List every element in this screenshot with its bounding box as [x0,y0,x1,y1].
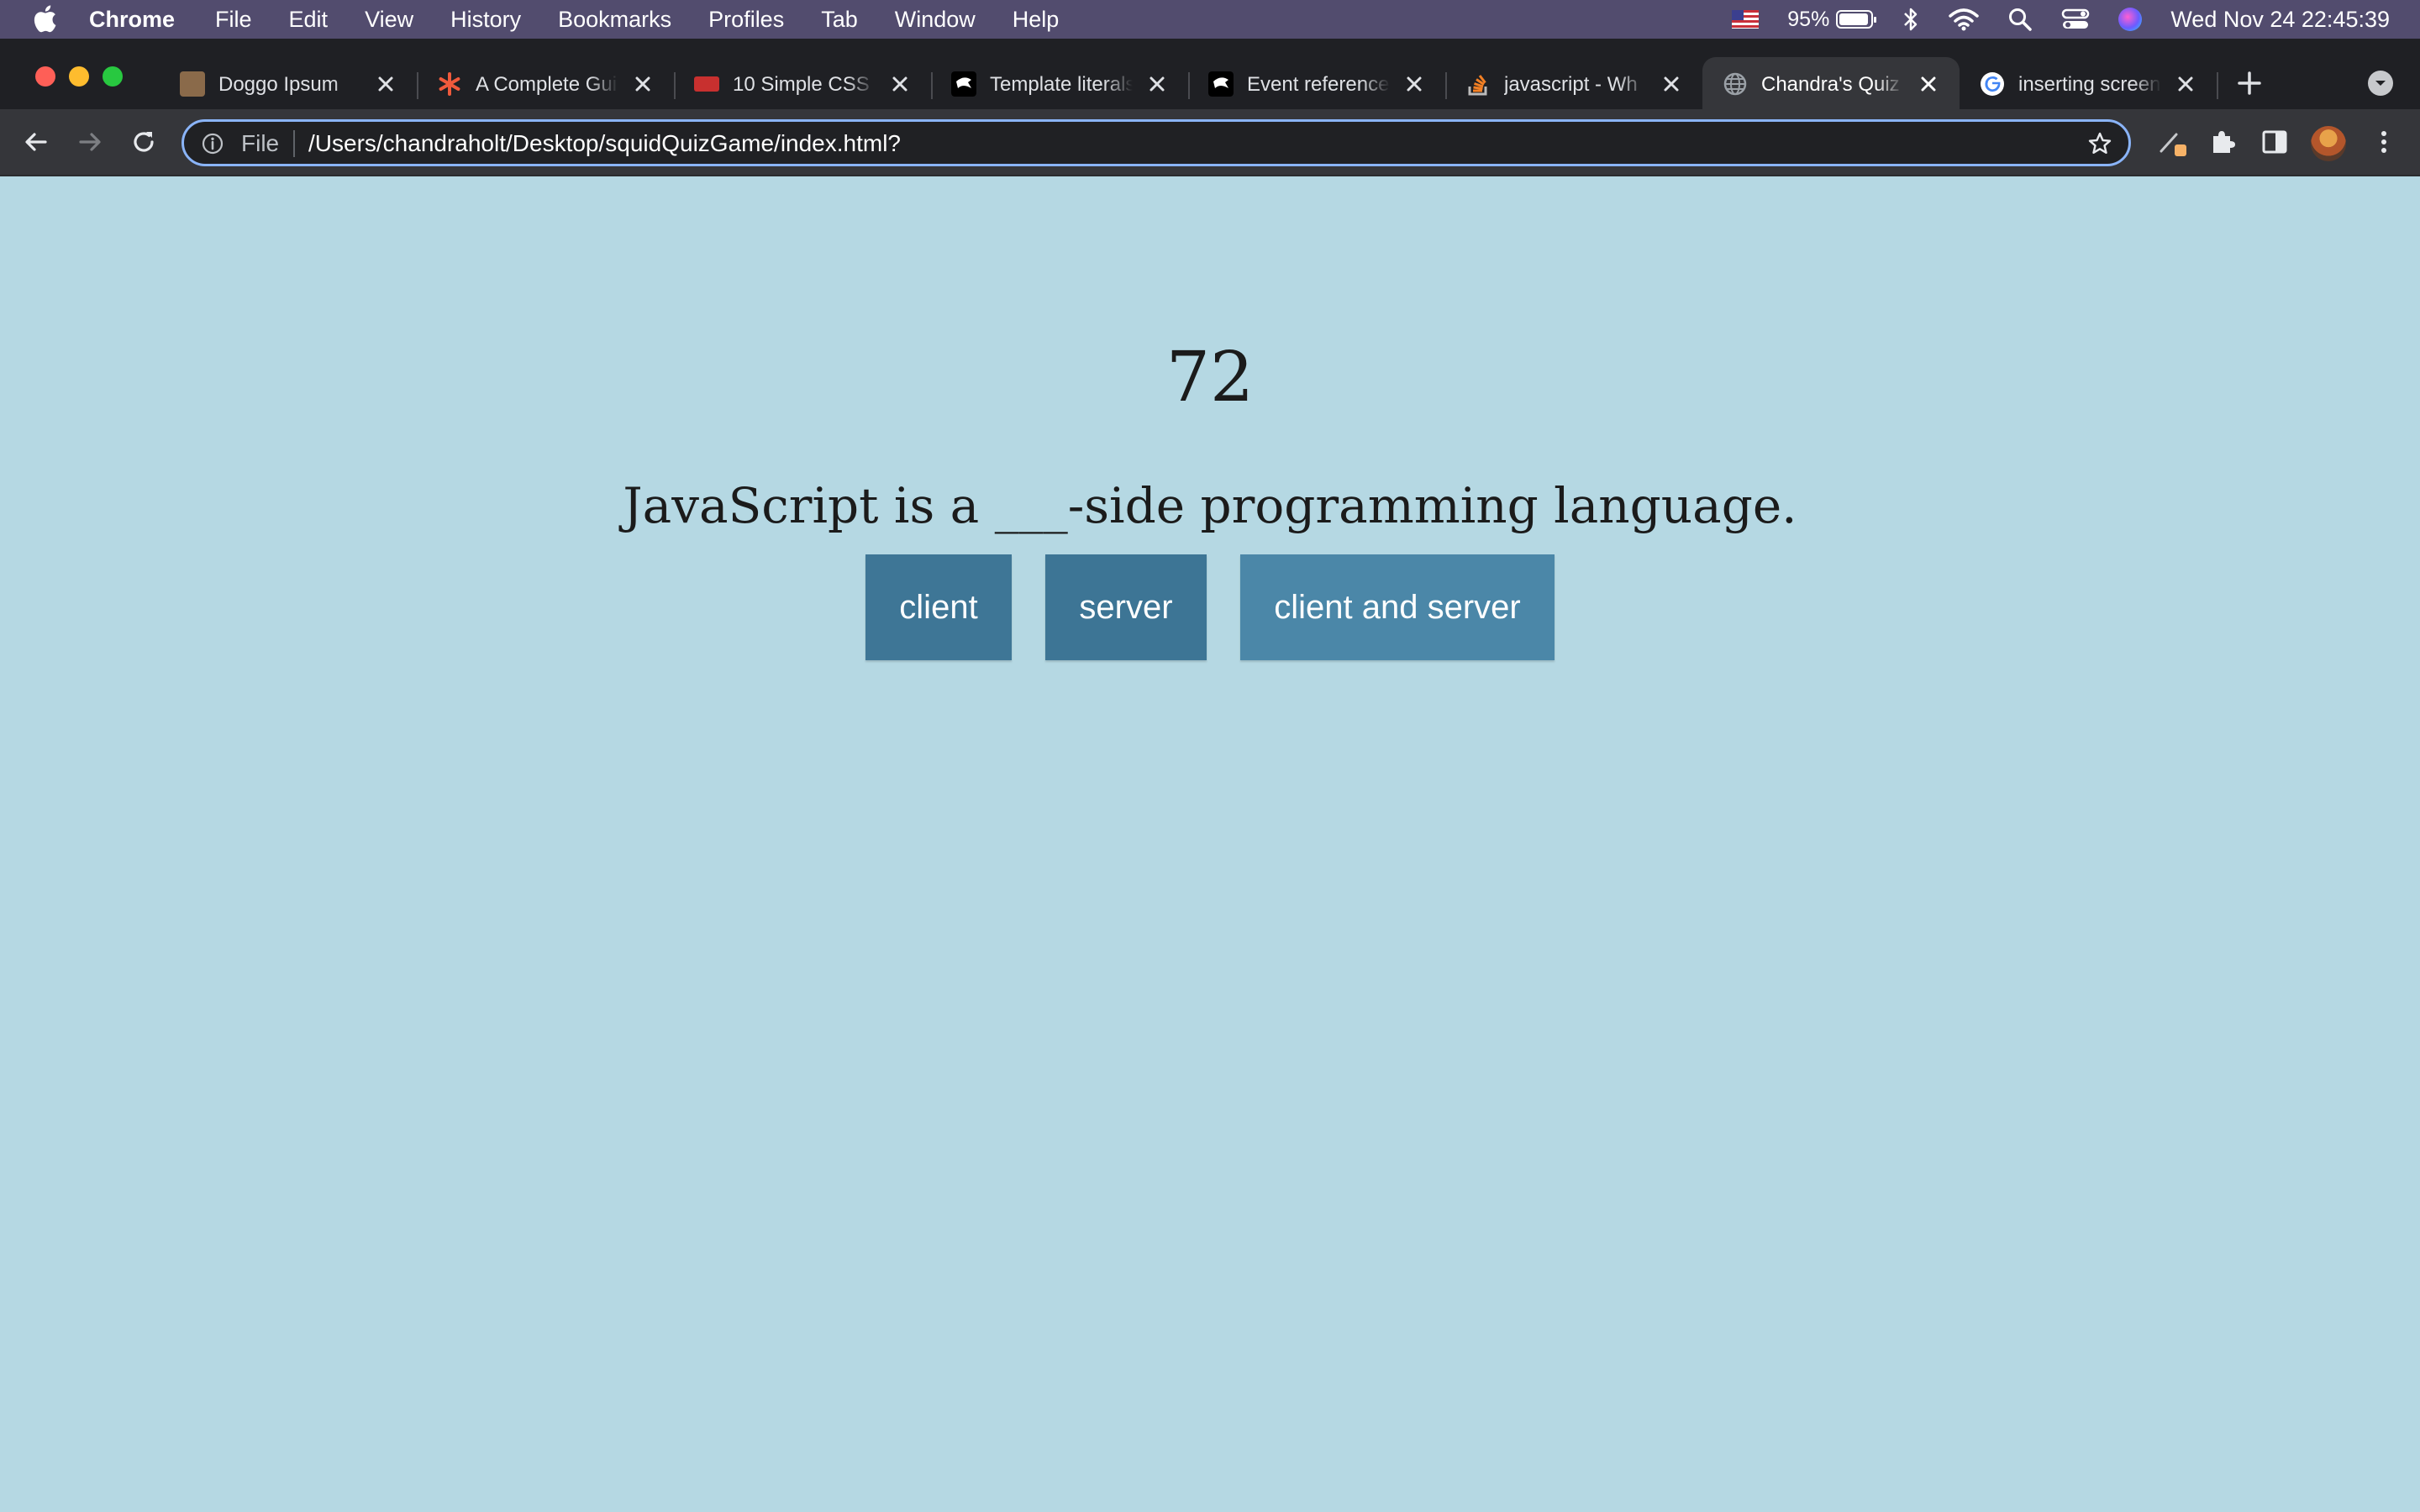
close-icon[interactable] [1403,73,1425,95]
url-scheme-label: File [241,130,280,156]
address-bar[interactable]: File /Users/chandraholt/Desktop/squidQui… [182,119,2131,166]
fullscreen-window-button[interactable] [103,66,123,87]
browser-toolbar: File /Users/chandraholt/Desktop/squidQui… [0,109,2420,176]
tab-inserting-screen[interactable]: inserting screen [1960,57,2218,109]
tab-title: Event reference [1247,73,1390,96]
mdn-icon [1208,71,1234,97]
tab-event-reference[interactable]: Event reference [1188,57,1447,109]
tab-doggo-ipsum[interactable]: Doggo Ipsum [160,57,418,109]
google-icon [1981,72,2004,96]
battery-icon [1836,10,1877,29]
tab-complete-guide[interactable]: A Complete Gui [417,57,676,109]
apple-icon[interactable] [32,3,57,34]
menu-history[interactable]: History [450,7,521,33]
tab-template-literals[interactable]: Template literals [931,57,1190,109]
bookmark-star-icon[interactable] [2086,130,2113,157]
dog-icon [180,71,205,97]
answer-client-button[interactable]: client [865,554,1012,660]
bluetooth-icon[interactable] [1902,7,1920,32]
info-icon[interactable] [201,132,224,155]
close-icon[interactable] [632,73,654,95]
battery-status[interactable]: 95% [1787,7,1877,32]
reload-icon[interactable] [128,126,160,158]
close-icon[interactable] [2175,73,2196,95]
menu-file[interactable]: File [215,7,252,33]
side-panel-icon[interactable] [2259,126,2291,158]
menu-tab[interactable]: Tab [821,7,858,33]
menu-help[interactable]: Help [1013,7,1060,33]
battery-percent: 95% [1787,7,1830,31]
tab-strip: Doggo Ipsum A Complete Gui 10 Simple CSS… [0,39,2420,109]
tab-title: A Complete Gui [476,73,618,96]
close-icon[interactable] [375,73,397,95]
tab-separator [2217,72,2218,99]
menu-items: Chrome File Edit View History Bookmarks … [89,0,1096,39]
menu-bar: Chrome File Edit View History Bookmarks … [0,0,2420,39]
quiz-question: JavaScript is a ___-side programming lan… [623,477,1797,534]
globe-icon [1723,72,1747,96]
tab-title: Doggo Ipsum [218,73,339,96]
menu-view[interactable]: View [365,7,413,33]
answer-options: client server client and server [0,554,2420,660]
back-arrow-icon[interactable] [20,126,52,158]
close-icon[interactable] [1918,73,1939,95]
mdn-icon [951,71,976,97]
stackoverflow-icon [1468,75,1487,96]
menu-bookmarks[interactable]: Bookmarks [558,7,671,33]
close-window-button[interactable] [35,66,55,87]
puzzle-extensions-icon[interactable] [2207,126,2238,158]
menu-window[interactable]: Window [895,7,976,33]
control-center-icon[interactable] [2061,8,2090,31]
asterisk-icon [439,72,460,96]
siri-icon[interactable] [2118,8,2143,31]
close-icon[interactable] [1146,73,1168,95]
menu-edit[interactable]: Edit [289,7,329,33]
close-icon[interactable] [889,73,911,95]
tab-title: Template literals [990,73,1133,96]
new-tab-icon[interactable] [2235,69,2264,97]
kebab-menu-icon[interactable] [2368,126,2400,158]
tab-title: inserting screen [2018,73,2161,96]
answer-client-and-server-button[interactable]: client and server [1240,554,1555,660]
red-badge-icon [694,76,719,92]
extension-pen-icon[interactable] [2156,126,2188,158]
tab-title: Chandra's Quiz [1761,73,1900,96]
close-icon[interactable] [1660,73,1682,95]
battery-level [1839,13,1869,25]
tab-chandras-quiz[interactable]: Chandra's Quiz [1702,57,1960,109]
us-flag-icon[interactable] [1732,10,1760,29]
profile-avatar[interactable] [2311,126,2346,161]
forward-arrow-icon[interactable] [74,126,106,158]
status-tray: 95% Wed Nov 24 22:45:39 [1703,0,2390,39]
countdown-timer: 72 [1165,338,1255,417]
tab-title: 10 Simple CSS [733,73,870,96]
spotlight-search-icon[interactable] [2007,7,2033,32]
wifi-icon[interactable] [1949,8,1980,31]
tab-title: javascript - Wh [1504,73,1638,96]
chevron-down-icon [2375,81,2386,86]
menu-profiles[interactable]: Profiles [708,7,784,33]
menu-app-name[interactable]: Chrome [89,7,175,33]
url-text[interactable]: /Users/chandraholt/Desktop/squidQuizGame… [308,130,901,157]
menubar-clock[interactable]: Wed Nov 24 22:45:39 [2170,7,2390,33]
omnibox-divider [293,130,295,157]
tab-simple-css[interactable]: 10 Simple CSS [674,57,933,109]
answer-server-button[interactable]: server [1045,554,1207,660]
minimize-window-button[interactable] [69,66,89,87]
tab-search-button[interactable] [2368,71,2393,96]
tab-javascript-stackoverflow[interactable]: javascript - Wh [1445,57,1702,109]
quiz-page: 72 JavaScript is a ___-side programming … [0,176,2420,1512]
